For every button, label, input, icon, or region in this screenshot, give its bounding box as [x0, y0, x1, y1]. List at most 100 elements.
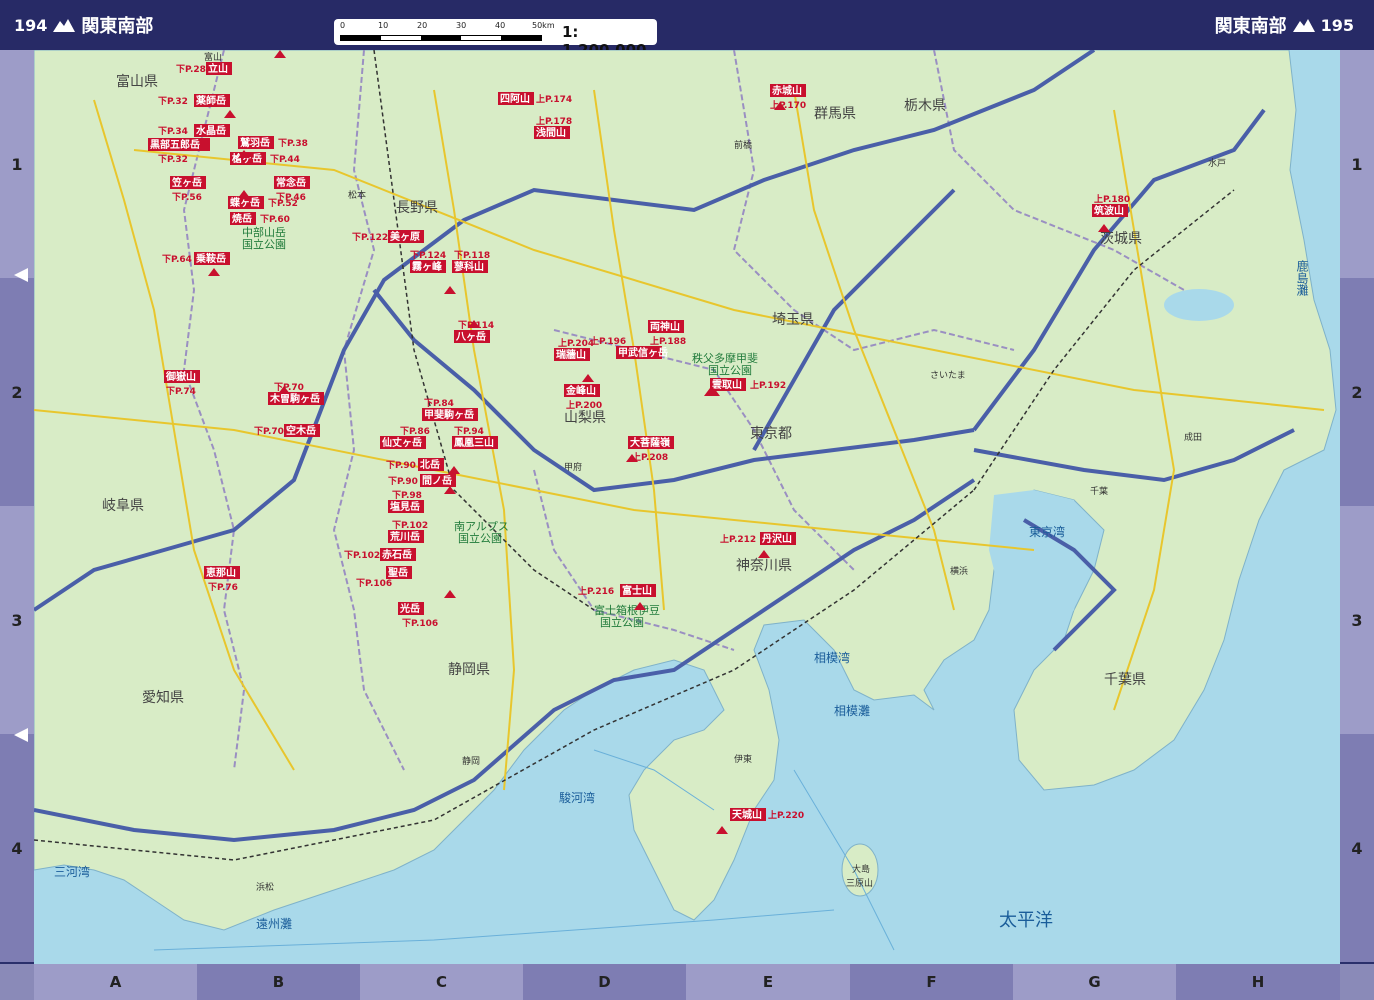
- mountain-ref: 上P.180: [1094, 193, 1130, 205]
- page-number-right: 195: [1320, 15, 1354, 35]
- scale-tick: 10: [378, 21, 389, 30]
- city-label: 大島: [852, 863, 870, 875]
- grid-row-label: 1: [0, 50, 34, 278]
- mountain-ref: 下P.102: [392, 520, 428, 531]
- mountain-name: 蓼科山: [453, 260, 484, 273]
- sea-label: 鹿島灘: [1295, 259, 1309, 296]
- city-label: 浜松: [256, 881, 274, 893]
- mountain-marker[interactable]: 筑波山上P.180: [1092, 193, 1130, 217]
- mountain-ref: 上P.212: [720, 533, 756, 545]
- mountain-marker[interactable]: 蓼科山下P.118: [452, 250, 490, 273]
- mountain-marker[interactable]: 霧ヶ峰下P.124: [410, 250, 446, 273]
- prefecture-label: 長野県: [396, 200, 438, 216]
- map-area[interactable]: 相模湾 相模灘 駿河湾 遠州灘 東京湾 太平洋 三河湾 鹿島灘 富山県 長野県 …: [34, 50, 1340, 964]
- mountain-ref: 下P.44: [270, 154, 300, 165]
- mountain-name: 霧ヶ峰: [412, 260, 443, 273]
- city-label: 甲府: [564, 461, 582, 473]
- mountain-name: 薬師岳: [195, 94, 226, 107]
- mountain-ref: 上P.178: [536, 115, 572, 127]
- grid-rows-left: 1 2 3 4: [0, 50, 34, 964]
- city-label: 富山: [204, 51, 222, 63]
- mountain-ref: 下P.118: [454, 250, 490, 261]
- mountain-ref: 上P.188: [650, 335, 686, 347]
- mountain-ref: 下P.86: [400, 426, 430, 437]
- grid-corner: [1340, 964, 1374, 1000]
- mountain-ref: 上P.200: [566, 399, 602, 411]
- prefecture-label: 栃木県: [904, 98, 946, 114]
- mountain-ref: 下P.106: [402, 618, 438, 629]
- mountain-name: 空木岳: [286, 424, 316, 437]
- park-label: 国立公園: [600, 615, 644, 629]
- city-label: 松本: [348, 189, 366, 201]
- mountain-marker[interactable]: 浅間山上P.178: [534, 115, 572, 139]
- mountain-ref: 下P.64: [162, 254, 192, 265]
- mountain-ref: 下P.34: [158, 126, 188, 137]
- mountain-name: 光岳: [399, 602, 420, 615]
- grid-col-label: B: [197, 964, 360, 1000]
- mountain-ref: 下P.76: [208, 582, 238, 593]
- sea-label: 相模湾: [814, 650, 850, 665]
- mountain-name: 塩見岳: [390, 500, 420, 513]
- mountain-name: 焼岳: [232, 212, 252, 225]
- mountain-ref: 下P.90: [386, 460, 416, 471]
- sea-label: 東京湾: [1029, 524, 1065, 539]
- mountain-ref: 下P.106: [356, 578, 392, 589]
- scale-tick: 0: [340, 21, 346, 30]
- mountain-name: 立山: [208, 62, 228, 75]
- prefecture-label: 山梨県: [564, 410, 606, 426]
- mountain-name: 浅間山: [536, 126, 566, 139]
- mountain-marker[interactable]: 荒川岳下P.102: [388, 520, 428, 543]
- park-label: 中部山岳: [242, 225, 286, 239]
- mountain-name: 赤石岳: [382, 548, 412, 561]
- grid-row-label: 1: [1340, 50, 1374, 278]
- mountain-icon: [53, 19, 76, 32]
- mountain-ref: 下P.60: [260, 214, 290, 225]
- page-link-tab-upper[interactable]: [14, 268, 28, 282]
- city-label: 前橋: [734, 139, 752, 151]
- sea-label: 駿河湾: [559, 790, 595, 805]
- prefecture-label: 群馬県: [814, 106, 856, 122]
- park-label: 国立公園: [708, 363, 752, 377]
- header-right: 関東南部 195: [1215, 12, 1354, 38]
- mountain-name: 富士山: [622, 584, 652, 597]
- grid-rows-right: 1 2 3 4: [1340, 50, 1374, 964]
- mountain-ref: 下P.90: [388, 476, 418, 487]
- page-link-tab-lower[interactable]: [14, 728, 28, 742]
- grid-col-label: C: [360, 964, 523, 1000]
- prefecture-label: 愛知県: [142, 689, 184, 706]
- mountain-name: 鳳凰三山: [454, 436, 494, 449]
- mountain-ref: 下P.32: [158, 154, 188, 165]
- grid-col-label: D: [523, 964, 686, 1000]
- city-label: 伊東: [734, 753, 752, 765]
- mountain-ref: 上P.192: [750, 379, 786, 391]
- mountain-name: 筑波山: [1094, 204, 1124, 217]
- park-label: 秩父多摩甲斐: [692, 351, 758, 365]
- mountain-name: 八ヶ岳: [455, 330, 486, 343]
- page-title-right: 関東南部: [1214, 16, 1287, 37]
- prefecture-label: 岐阜県: [102, 497, 144, 514]
- mountain-ref: 上P.196: [590, 335, 626, 347]
- prefecture-label: 静岡県: [448, 662, 490, 678]
- mountain-name: 間ノ岳: [422, 474, 452, 487]
- mountain-ref: 上P.208: [632, 451, 668, 463]
- mountain-ref: 下P.74: [166, 386, 196, 397]
- mountain-ref: 上P.174: [536, 93, 572, 105]
- grid-row-label: 4: [1340, 734, 1374, 962]
- mountain-marker[interactable]: 瑞牆山上P.204: [554, 337, 594, 361]
- mountain-name: 天城山: [732, 808, 762, 821]
- prefecture-label: 富山県: [116, 73, 158, 90]
- mountain-ref: 上P.204: [558, 337, 594, 349]
- mountain-name: 瑞牆山: [556, 348, 586, 361]
- mountain-name: 聖岳: [388, 566, 408, 579]
- page-header: 194 関東南部 0 10 20 30 40 50km 1: 1,200,000…: [0, 0, 1374, 59]
- grid-col-label: E: [686, 964, 850, 1000]
- mountain-ref: 下P.70: [254, 426, 284, 437]
- grid-col-label: F: [850, 964, 1013, 1000]
- mountain-marker[interactable]: 塩見岳下P.98: [388, 490, 424, 513]
- city-label: 水戸: [1208, 157, 1226, 169]
- mountain-name: 木曽駒ヶ岳: [269, 392, 320, 405]
- grid-row-label: 2: [0, 278, 34, 506]
- scale-tick: 40: [495, 21, 506, 30]
- mountain-ref: 下P.52: [268, 198, 298, 209]
- lake: [1164, 289, 1234, 321]
